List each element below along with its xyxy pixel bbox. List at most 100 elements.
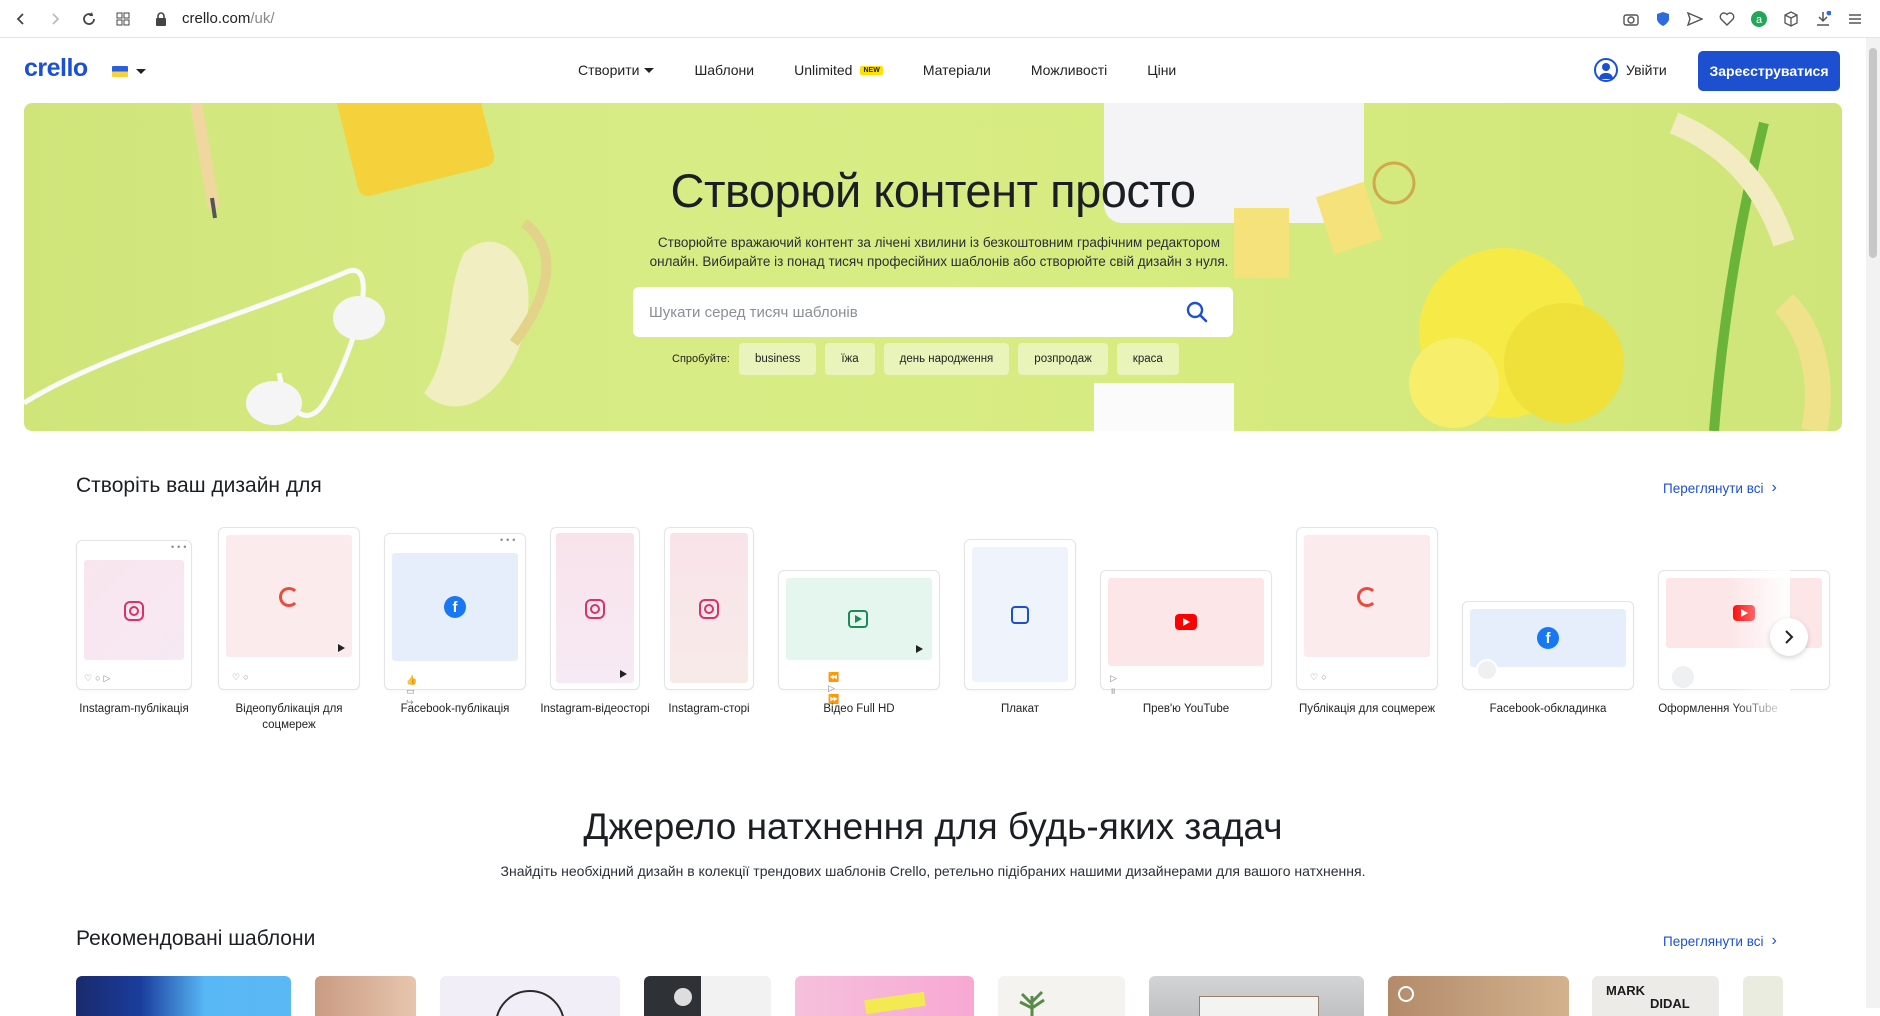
format-label: Facebook-обкладинка <box>1489 703 1607 715</box>
chevron-down-icon <box>644 67 655 73</box>
svg-text:a: a <box>1756 14 1763 26</box>
see-all-label: Переглянути всі <box>1663 480 1764 496</box>
nav-materials[interactable]: Матеріали <box>923 62 991 78</box>
plant-icon <box>1019 990 1045 1016</box>
nav-templates-label: Шаблони <box>694 62 755 78</box>
template-search-input[interactable]: Шукати серед тисяч шаблонів <box>633 287 1233 337</box>
thumbnail-text-mark: MARK <box>1606 983 1645 998</box>
play-circle-icon <box>1398 986 1414 1002</box>
suggestion-chip[interactable]: розпродаж <box>1018 343 1108 375</box>
nav-templates[interactable]: Шаблони <box>694 62 754 78</box>
nav-materials-label: Матеріали <box>922 62 991 78</box>
more-icon: ••• <box>500 535 519 545</box>
template-thumbnail[interactable] <box>998 976 1125 1016</box>
chevron-right-icon: › <box>1771 479 1777 496</box>
suggestion-chip[interactable]: день народження <box>883 343 1010 375</box>
login-link[interactable]: Увійти <box>1594 58 1667 82</box>
forward-icon[interactable] <box>38 2 72 36</box>
format-label: Публікація для соцмереж <box>1298 703 1436 715</box>
create-see-all-link[interactable]: Переглянути всі › <box>1663 479 1777 497</box>
template-thumbnail[interactable] <box>1743 976 1783 1016</box>
format-label: Instagram-сторі <box>668 703 750 715</box>
template-thumbnail[interactable] <box>315 976 416 1016</box>
post-actions-icon: ♡○ <box>1310 672 1330 682</box>
format-label: Відео Full HD <box>823 703 895 715</box>
tabs-grid-icon[interactable] <box>106 2 140 36</box>
format-label: Прев'ю YouTube <box>1142 703 1230 715</box>
nav-pricing[interactable]: Ціни <box>1147 62 1176 78</box>
shield-icon[interactable] <box>1652 8 1674 30</box>
template-thumbnail[interactable]: MARK DIDAL <box>1592 976 1719 1016</box>
suggestion-chip[interactable]: їжа <box>825 343 875 375</box>
download-icon[interactable] <box>1812 8 1834 30</box>
playback-controls-icon: ▷ ॥ <box>1110 673 1120 696</box>
crello-logo[interactable]: crello <box>24 54 88 83</box>
nav-create[interactable]: Створити <box>578 62 655 78</box>
youtube-icon <box>1175 614 1197 630</box>
browser-toolbar: crello.com/uk/ a <box>0 0 1880 38</box>
menu-icon[interactable] <box>1844 8 1866 30</box>
instagram-icon <box>124 601 144 621</box>
poster-icon <box>1011 606 1029 624</box>
sync-icon <box>279 587 299 607</box>
nav-unlimited-label: Unlimited <box>794 62 853 78</box>
site-header: crello Створити Шаблони Unlimited NEW Ма… <box>0 38 1866 104</box>
hero-subtitle: Створюйте вражаючий контент за лічені хв… <box>649 235 1229 269</box>
cube-icon[interactable] <box>1780 8 1802 30</box>
nav-features[interactable]: Можливості <box>1031 62 1107 78</box>
page-scrollbar[interactable] <box>1866 38 1880 1008</box>
search-icon[interactable] <box>1185 300 1209 324</box>
hero-banner: Створюй контент просто Створюйте вражаюч… <box>24 103 1842 431</box>
reload-icon[interactable] <box>72 2 106 36</box>
signup-button[interactable]: Зареєструватися <box>1698 51 1840 91</box>
scrollbar-thumb[interactable] <box>1869 48 1877 258</box>
template-thumbnail[interactable] <box>644 976 771 1016</box>
create-section-title: Створіть ваш дизайн для <box>76 474 322 497</box>
lock-icon <box>154 11 168 26</box>
see-all-label: Переглянути всі <box>1663 933 1764 949</box>
send-icon[interactable] <box>1684 8 1706 30</box>
play-icon <box>338 644 345 652</box>
nav-create-label: Створити <box>578 62 640 78</box>
template-thumbnail[interactable] <box>795 976 974 1016</box>
url-path: /uk/ <box>250 10 275 27</box>
address-bar[interactable]: crello.com/uk/ <box>182 10 275 27</box>
template-thumbnail[interactable] <box>1149 976 1364 1016</box>
recommended-section-title: Рекомендовані шаблони <box>76 927 316 950</box>
suggestion-chip[interactable]: краса <box>1116 343 1179 375</box>
sync-icon <box>1357 587 1377 607</box>
design-format-carousel: ••• ♡○▷ Instagram-публікація ♡○ Відеопуб… <box>0 525 1866 735</box>
more-icon: ••• <box>171 542 190 552</box>
template-thumbnail[interactable] <box>76 976 291 1016</box>
carousel-next-button[interactable] <box>1770 618 1808 656</box>
video-icon <box>848 610 868 628</box>
instagram-icon <box>699 599 719 619</box>
play-icon <box>620 670 627 678</box>
suggested-searches: Спробуйте: business їжа день народження … <box>672 343 1179 375</box>
login-label: Увійти <box>1626 62 1667 78</box>
inspiration-subtitle: Знайдіть необхідний дизайн в колекції тр… <box>500 863 1366 879</box>
heart-icon[interactable] <box>1716 8 1738 30</box>
back-icon[interactable] <box>4 2 38 36</box>
recommended-see-all-link[interactable]: Переглянути всі › <box>1663 932 1777 950</box>
language-selector[interactable] <box>112 66 146 77</box>
nav-unlimited[interactable]: Unlimited NEW <box>794 62 883 78</box>
try-label: Спробуйте: <box>672 353 730 365</box>
nav-features-label: Можливості <box>1030 62 1108 78</box>
hero-title: Створюй контент просто <box>670 164 1196 217</box>
camera-icon[interactable] <box>1620 8 1642 30</box>
nav-pricing-label: Ціни <box>1147 62 1177 78</box>
template-thumbnail[interactable] <box>1388 976 1569 1016</box>
template-thumbnail[interactable] <box>440 976 620 1016</box>
new-badge: NEW <box>860 65 883 75</box>
user-icon <box>1594 58 1618 82</box>
main-nav: Створити Шаблони Unlimited NEW Матеріали… <box>578 62 1176 78</box>
facebook-icon: f <box>444 596 466 618</box>
suggestion-chip[interactable]: business <box>738 343 817 375</box>
facebook-icon: f <box>1537 627 1559 649</box>
ukraine-flag-icon <box>112 66 128 77</box>
format-label: Instagram-публікація <box>79 703 189 715</box>
extension-green-icon[interactable]: a <box>1748 8 1770 30</box>
chevron-right-icon: › <box>1771 932 1777 949</box>
format-label: Facebook-публікація <box>400 703 510 715</box>
